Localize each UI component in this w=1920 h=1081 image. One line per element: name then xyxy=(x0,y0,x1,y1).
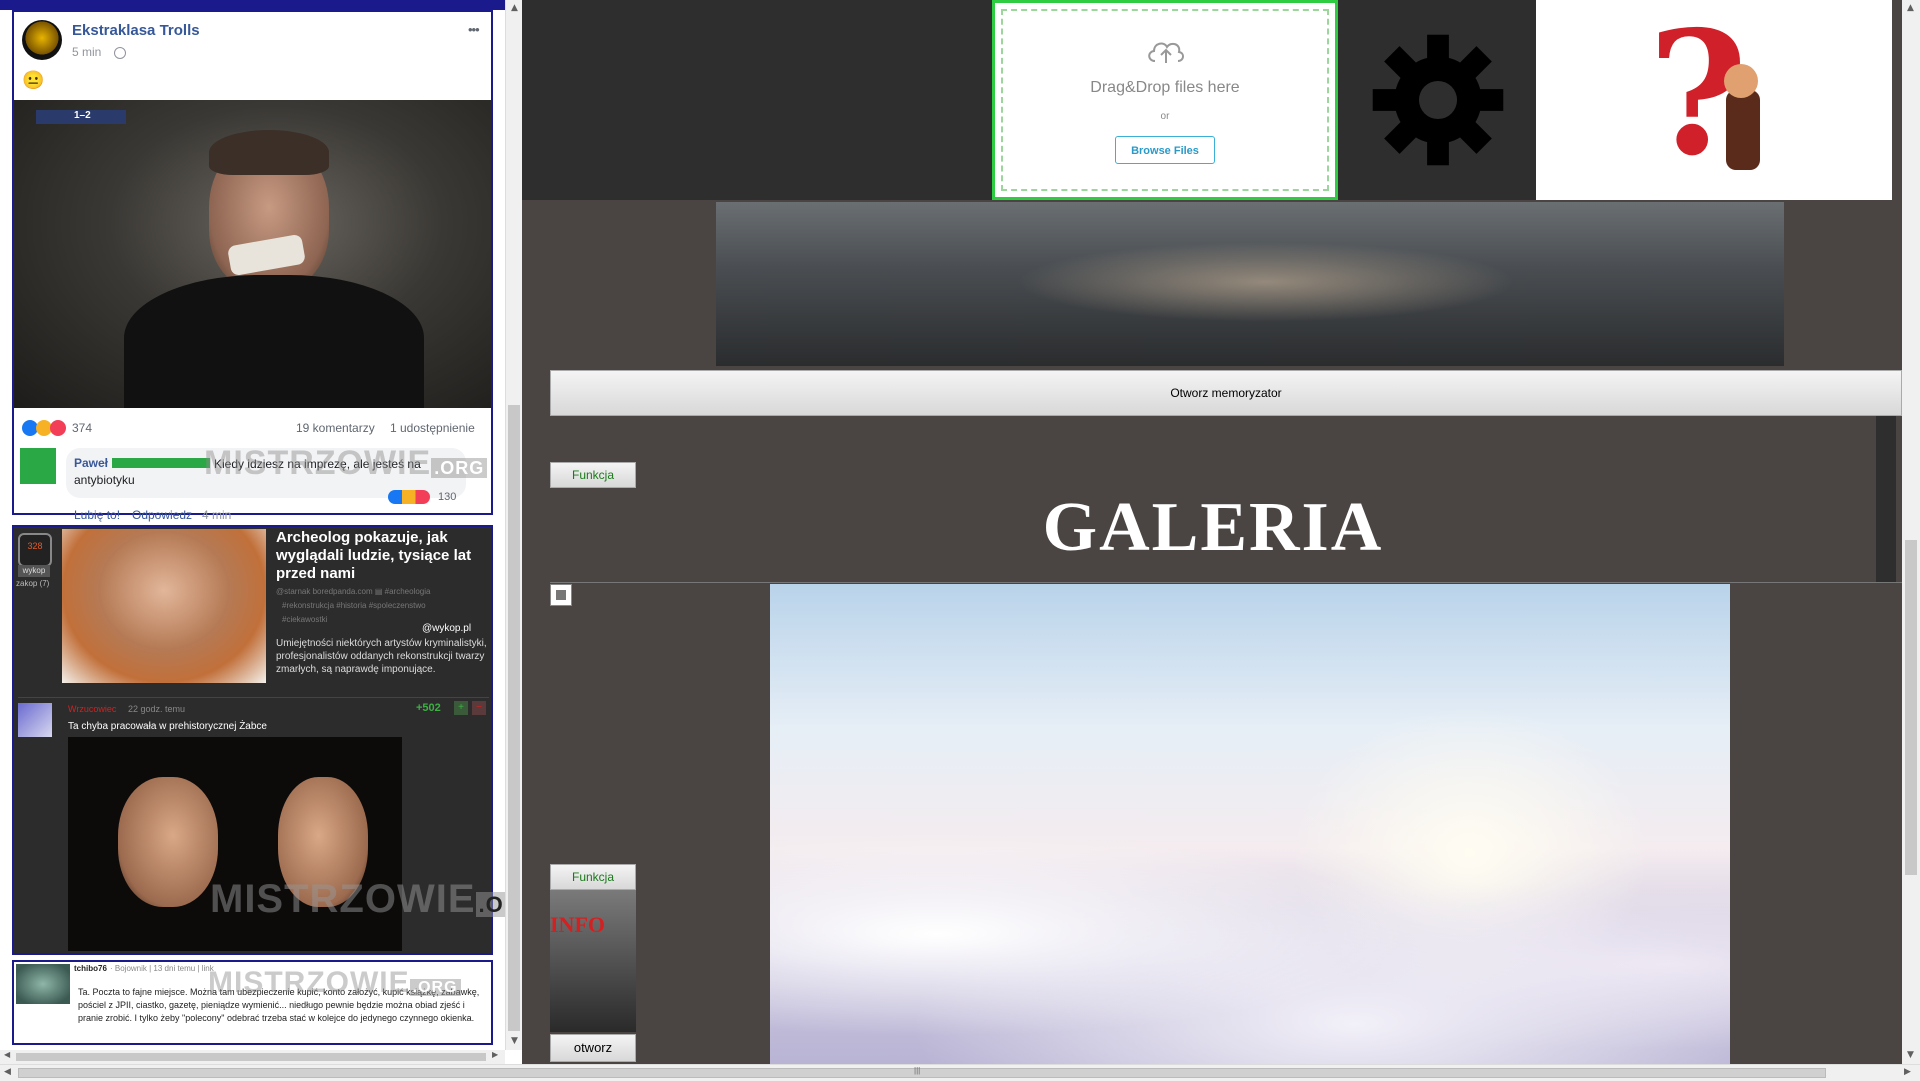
article-meta: @starnak boredpanda.com ▤ #archeologia xyxy=(276,587,431,596)
figure-body xyxy=(1726,90,1760,170)
comment-text: Ta chyba pracowała w prehistorycznej Żab… xyxy=(68,721,267,732)
person-shirt xyxy=(124,275,424,408)
comment-card: tchibo76 · Bojownik | 13 dni temu | link… xyxy=(12,960,493,1045)
post-image[interactable]: 1–2 xyxy=(14,100,491,408)
scroll-left-arrow-icon[interactable]: ◀ xyxy=(4,1050,10,1059)
shares-count[interactable]: 1 udostępnienie xyxy=(390,421,475,435)
clouds xyxy=(770,814,1730,1064)
right-vertical-scrollbar[interactable]: ▲ ▼ xyxy=(1902,0,1920,1064)
more-options-icon[interactable]: ••• xyxy=(468,22,480,37)
plus-button[interactable]: + xyxy=(454,701,468,715)
scroll-thumb[interactable] xyxy=(508,405,520,1031)
left-rail xyxy=(522,200,550,1064)
otworz-button[interactable]: otworz xyxy=(550,1034,636,1062)
watermark: MISTRZOWIE.ORG xyxy=(208,966,461,1000)
or-text: or xyxy=(1160,111,1170,122)
commenter-avatar[interactable] xyxy=(18,703,52,737)
figure-head xyxy=(1724,64,1758,98)
funkcja-button-2[interactable]: Funkcja xyxy=(550,864,636,890)
scroll-thumb[interactable] xyxy=(16,1053,486,1061)
article-title[interactable]: Archeolog pokazuje, jak wyglądali ludzie… xyxy=(276,529,486,583)
watermark: MISTRZOWIE.ORG xyxy=(210,877,522,922)
globe-icon xyxy=(114,47,126,59)
ocean-image xyxy=(716,202,1784,366)
reply-action-link[interactable]: Odpowiedz xyxy=(132,508,192,522)
scroll-thumb[interactable] xyxy=(1905,540,1917,875)
watermark-suffix: .ORG xyxy=(409,979,461,996)
scroll-right-arrow-icon[interactable]: ▶ xyxy=(492,1050,498,1059)
commenter-avatar[interactable] xyxy=(16,964,70,1004)
watermark-suffix: .ORG xyxy=(431,458,488,478)
commenter-name[interactable]: tchibo76 xyxy=(74,964,107,973)
sky-image[interactable] xyxy=(770,584,1730,1064)
comment-meta: · Bojownik | 13 dni temu | link xyxy=(110,964,214,973)
watermark: MISTRZOWIE.ORG xyxy=(204,444,488,483)
scroll-left-arrow-icon[interactable]: ◀ xyxy=(4,1066,11,1077)
face-left xyxy=(118,777,218,907)
score-text: 1–2 xyxy=(74,110,91,121)
left-frame: Ekstraklasa Trolls 5 min ••• 😐 1–2 374 1… xyxy=(0,0,522,1064)
gear-icon[interactable] xyxy=(1370,32,1506,168)
scroll-thumb[interactable] xyxy=(18,1068,1826,1078)
image-placeholder-glyph xyxy=(556,590,566,600)
page-name[interactable]: Ekstraklasa Trolls xyxy=(72,22,200,39)
article-tags-2[interactable]: #ciekawostki xyxy=(282,615,327,624)
scroll-up-arrow-icon[interactable]: ▲ xyxy=(506,0,522,17)
commenter-avatar[interactable] xyxy=(20,448,56,484)
top-left-panel xyxy=(522,0,992,200)
bottom-horizontal-scrollbar[interactable]: ◀ ||| ▶ xyxy=(0,1064,1920,1081)
wykop-button[interactable]: wykop xyxy=(18,565,50,577)
wykop-card: 328 wykop zakop (7) Archeolog pokazuje, … xyxy=(12,525,522,955)
love-reaction-icon xyxy=(50,420,66,436)
vote-count: 328 xyxy=(27,541,43,551)
right-rail-dark xyxy=(1876,416,1896,582)
person-hair xyxy=(209,130,329,175)
scroll-grip: ||| xyxy=(914,1066,921,1075)
watermark-text: MISTRZOWIE xyxy=(210,877,476,921)
help-panel[interactable]: ? xyxy=(1536,0,1892,200)
comment-reactions-count[interactable]: 130 xyxy=(438,491,456,503)
info-label: INFO xyxy=(550,912,605,937)
wykop-logo: @wykop.pl xyxy=(422,623,472,634)
comment-divider xyxy=(18,697,489,698)
watermark-text: MISTRZOWIE xyxy=(208,966,410,999)
commenter-name[interactable]: Wrzucowiec xyxy=(68,704,116,714)
upload-dropzone[interactable]: Drag&Drop files here or Browse Files xyxy=(992,0,1338,200)
article-description: Umiejętności niektórych artystów krymina… xyxy=(276,638,487,675)
comment-time: 22 godz. temu xyxy=(128,704,186,714)
comment-score: +502 xyxy=(416,702,441,714)
reactions-count[interactable]: 374 xyxy=(72,421,92,435)
ocean-reflection xyxy=(1016,242,1516,322)
settings-panel xyxy=(1338,0,1536,200)
funkcja-button[interactable]: Funkcja xyxy=(550,462,636,488)
scroll-right-arrow-icon[interactable]: ▶ xyxy=(1904,1066,1911,1077)
browse-files-button[interactable]: Browse Files xyxy=(1115,136,1215,164)
article-thumbnail[interactable] xyxy=(62,529,266,683)
open-memoryzator-button[interactable]: Otworz memoryzator xyxy=(550,370,1902,416)
comment-reactions-icons xyxy=(388,490,430,504)
like-action-link[interactable]: Lubię to! xyxy=(74,508,120,522)
drag-drop-text: Drag&Drop files here xyxy=(1090,79,1240,96)
image-placeholder-icon[interactable] xyxy=(550,584,572,606)
page-avatar[interactable] xyxy=(22,20,62,60)
top-border xyxy=(0,0,505,10)
post-time[interactable]: 5 min xyxy=(72,45,101,59)
reply-time: 4 min xyxy=(202,508,232,522)
cloud-upload-icon xyxy=(1148,42,1184,63)
scroll-up-arrow-icon[interactable]: ▲ xyxy=(1902,0,1919,17)
emoji-icon: 😐 xyxy=(22,70,45,90)
comments-count[interactable]: 19 komentarzy xyxy=(296,421,375,435)
right-frame: Drag&Drop files here or Browse Files ? O… xyxy=(522,0,1902,1064)
article-tags[interactable]: #rekonstrukcja #historia #spoleczenstwo xyxy=(282,601,426,610)
facebook-post-card: Ekstraklasa Trolls 5 min ••• 😐 1–2 374 1… xyxy=(12,10,493,522)
zakop-link[interactable]: zakop (7) xyxy=(16,579,49,588)
scroll-down-arrow-icon[interactable]: ▼ xyxy=(1902,1047,1919,1064)
gallery-title: GALERIA xyxy=(1042,489,1384,566)
gallery-divider xyxy=(550,582,1902,583)
watermark-text: MISTRZOWIE xyxy=(204,444,432,482)
scroll-down-arrow-icon[interactable]: ▼ xyxy=(506,1033,522,1050)
left-vertical-scrollbar[interactable]: ▲ ▼ xyxy=(505,0,522,1050)
minus-button[interactable]: − xyxy=(472,701,486,715)
left-horizontal-scrollbar[interactable]: ◀ ▶ xyxy=(0,1050,505,1064)
